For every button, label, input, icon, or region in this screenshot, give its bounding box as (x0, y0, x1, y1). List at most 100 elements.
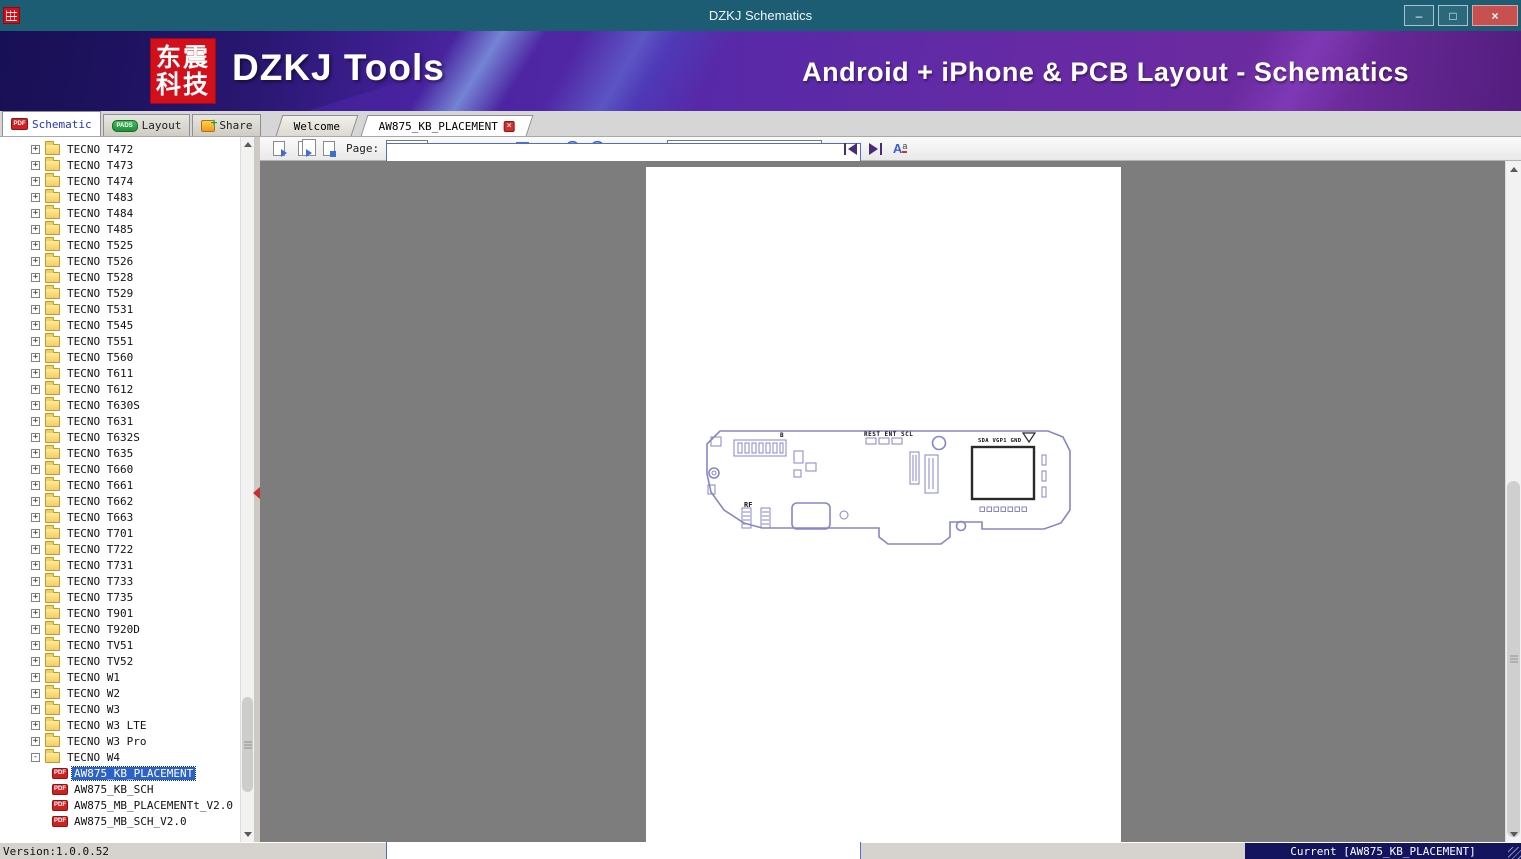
tree-folder-item[interactable]: + TECNO T612 (0, 380, 240, 397)
minimize-button[interactable]: – (1404, 5, 1434, 26)
tree-folder-item[interactable]: + TECNO TV51 (0, 636, 240, 653)
facing-pages-view-button[interactable] (294, 139, 316, 158)
expand-icon[interactable]: + (31, 192, 40, 202)
tree-folder-item[interactable]: + TECNO T551 (0, 332, 240, 349)
expand-icon[interactable]: + (31, 672, 40, 682)
tree-folder-item[interactable]: + TECNO T733 (0, 572, 240, 589)
tree-folder-item[interactable]: + TECNO T660 (0, 460, 240, 477)
tree-folder-item[interactable]: + TECNO T901 (0, 604, 240, 621)
tree-file-item[interactable]: PDF AW875_KB_SCH (0, 781, 240, 797)
tree-folder-item[interactable]: + TECNO W2 (0, 684, 240, 701)
expand-icon[interactable]: + (31, 736, 40, 746)
tab-layout[interactable]: PADS Layout (102, 114, 191, 136)
expand-icon[interactable]: + (31, 512, 40, 522)
tree-folder-item[interactable]: + TECNO T531 (0, 300, 240, 317)
expand-icon[interactable]: + (31, 528, 40, 538)
doc-tab-welcome[interactable]: Welcome (276, 115, 360, 136)
match-case-button[interactable]: Aa (890, 139, 910, 158)
expand-icon[interactable]: + (31, 496, 40, 506)
expand-icon[interactable]: + (31, 384, 40, 394)
tree-folder-item[interactable]: + TECNO W1 (0, 668, 240, 685)
tree-folder-item[interactable]: + TECNO T631 (0, 412, 240, 429)
expand-icon[interactable]: + (31, 352, 40, 362)
expand-icon[interactable]: + (31, 416, 40, 426)
expand-icon[interactable]: + (31, 704, 40, 714)
expand-icon[interactable]: + (31, 576, 40, 586)
tree-folder-item[interactable]: + TECNO T661 (0, 476, 240, 493)
tree-folder-item[interactable]: + TECNO T526 (0, 252, 240, 269)
tree-folder-item[interactable]: + TECNO T735 (0, 588, 240, 605)
tree-folder-item[interactable]: + TECNO T474 (0, 172, 240, 189)
tree-folder-item[interactable]: + TECNO W3 LTE (0, 716, 240, 733)
expand-icon[interactable]: + (31, 656, 40, 666)
scrollbar-thumb[interactable] (1507, 481, 1520, 837)
expand-icon[interactable]: + (31, 448, 40, 458)
expand-icon[interactable]: + (31, 640, 40, 650)
tree-folder-item[interactable]: + TECNO T663 (0, 508, 240, 525)
scroll-down-icon[interactable] (1506, 826, 1521, 842)
vertical-scrollbar[interactable] (1505, 161, 1521, 842)
expand-icon[interactable]: + (31, 320, 40, 330)
titlebar[interactable]: DZKJ Schematics – □ × (0, 0, 1521, 31)
expand-icon[interactable]: + (31, 400, 40, 410)
expand-icon[interactable]: + (31, 720, 40, 730)
document-viewer[interactable]: B REST ENT SCL SDA VGP1 GND RF (260, 161, 1521, 842)
expand-icon[interactable]: + (31, 432, 40, 442)
tab-share[interactable]: Share (192, 114, 262, 136)
tree-folder-item[interactable]: + TECNO T701 (0, 524, 240, 541)
tree-folder-item[interactable]: + TECNO T630S (0, 396, 240, 413)
doc-tab-aw875-kb-placement[interactable]: AW875_KB_PLACEMENT (360, 115, 534, 136)
expand-icon[interactable]: + (31, 256, 40, 266)
close-button[interactable]: × (1472, 5, 1518, 26)
expand-icon[interactable]: + (31, 272, 40, 282)
expand-icon[interactable]: + (31, 144, 40, 154)
tree-file-item[interactable]: PDF AW875_KB_PLACEMENT (0, 765, 240, 781)
scroll-up-icon[interactable] (241, 137, 254, 152)
expand-icon[interactable]: + (31, 624, 40, 634)
tree-folder-item[interactable]: - TECNO W4 (0, 748, 240, 765)
expand-icon[interactable]: + (31, 464, 40, 474)
tree-folder-item[interactable]: + TECNO T632S (0, 428, 240, 445)
sidebar-scrollbar[interactable] (240, 137, 254, 842)
tree-folder-item[interactable]: + TECNO T485 (0, 220, 240, 237)
expand-icon[interactable]: + (31, 176, 40, 186)
expand-icon[interactable]: + (31, 160, 40, 170)
tree-file-item[interactable]: PDF AW875_MB_PLACEMENTt_V2.0 (0, 797, 240, 813)
maximize-button[interactable]: □ (1438, 5, 1468, 26)
tree-folder-item[interactable]: + TECNO T483 (0, 188, 240, 205)
expand-icon[interactable]: + (31, 480, 40, 490)
expand-icon[interactable]: + (31, 240, 40, 250)
expand-icon[interactable]: + (31, 288, 40, 298)
expand-icon[interactable]: + (31, 208, 40, 218)
tree-folder-item[interactable]: + TECNO T473 (0, 156, 240, 173)
sidebar-collapse-arrow[interactable] (253, 487, 260, 499)
expand-icon[interactable]: + (31, 560, 40, 570)
tree-folder-item[interactable]: + TECNO T545 (0, 316, 240, 333)
sidebar-scrollbar-thumb[interactable] (242, 697, 253, 792)
single-page-view-button[interactable] (269, 139, 289, 158)
tree-folder-item[interactable]: + TECNO W3 Pro (0, 732, 240, 749)
tree-folder-item[interactable]: + TECNO T920D (0, 620, 240, 637)
tree-folder-item[interactable]: + TECNO T635 (0, 444, 240, 461)
expand-icon[interactable]: + (31, 336, 40, 346)
scroll-down-icon[interactable] (241, 827, 254, 842)
tree-folder-item[interactable]: + TECNO TV52 (0, 652, 240, 669)
tree-folder-item[interactable]: + TECNO T525 (0, 236, 240, 253)
expand-icon[interactable]: + (31, 592, 40, 602)
expand-icon[interactable]: + (31, 608, 40, 618)
expand-icon[interactable]: + (31, 224, 40, 234)
continuous-view-button[interactable] (319, 139, 339, 158)
expand-icon[interactable]: + (31, 368, 40, 378)
collapse-icon[interactable]: - (31, 752, 40, 762)
tree-folder-item[interactable]: + TECNO W3 (0, 700, 240, 717)
tree-file-item[interactable]: PDF AW875_MB_SCH_V2.0 (0, 813, 240, 829)
fit-page-button[interactable] (386, 139, 861, 859)
expand-icon[interactable]: + (31, 688, 40, 698)
close-tab-icon[interactable] (503, 120, 515, 132)
expand-icon[interactable]: + (31, 304, 40, 314)
expand-icon[interactable]: + (31, 544, 40, 554)
tree-folder-item[interactable]: + TECNO T611 (0, 364, 240, 381)
tree-folder-item[interactable]: + TECNO T560 (0, 348, 240, 365)
tree-folder-item[interactable]: + TECNO T484 (0, 204, 240, 221)
scroll-up-icon[interactable] (1506, 161, 1521, 177)
